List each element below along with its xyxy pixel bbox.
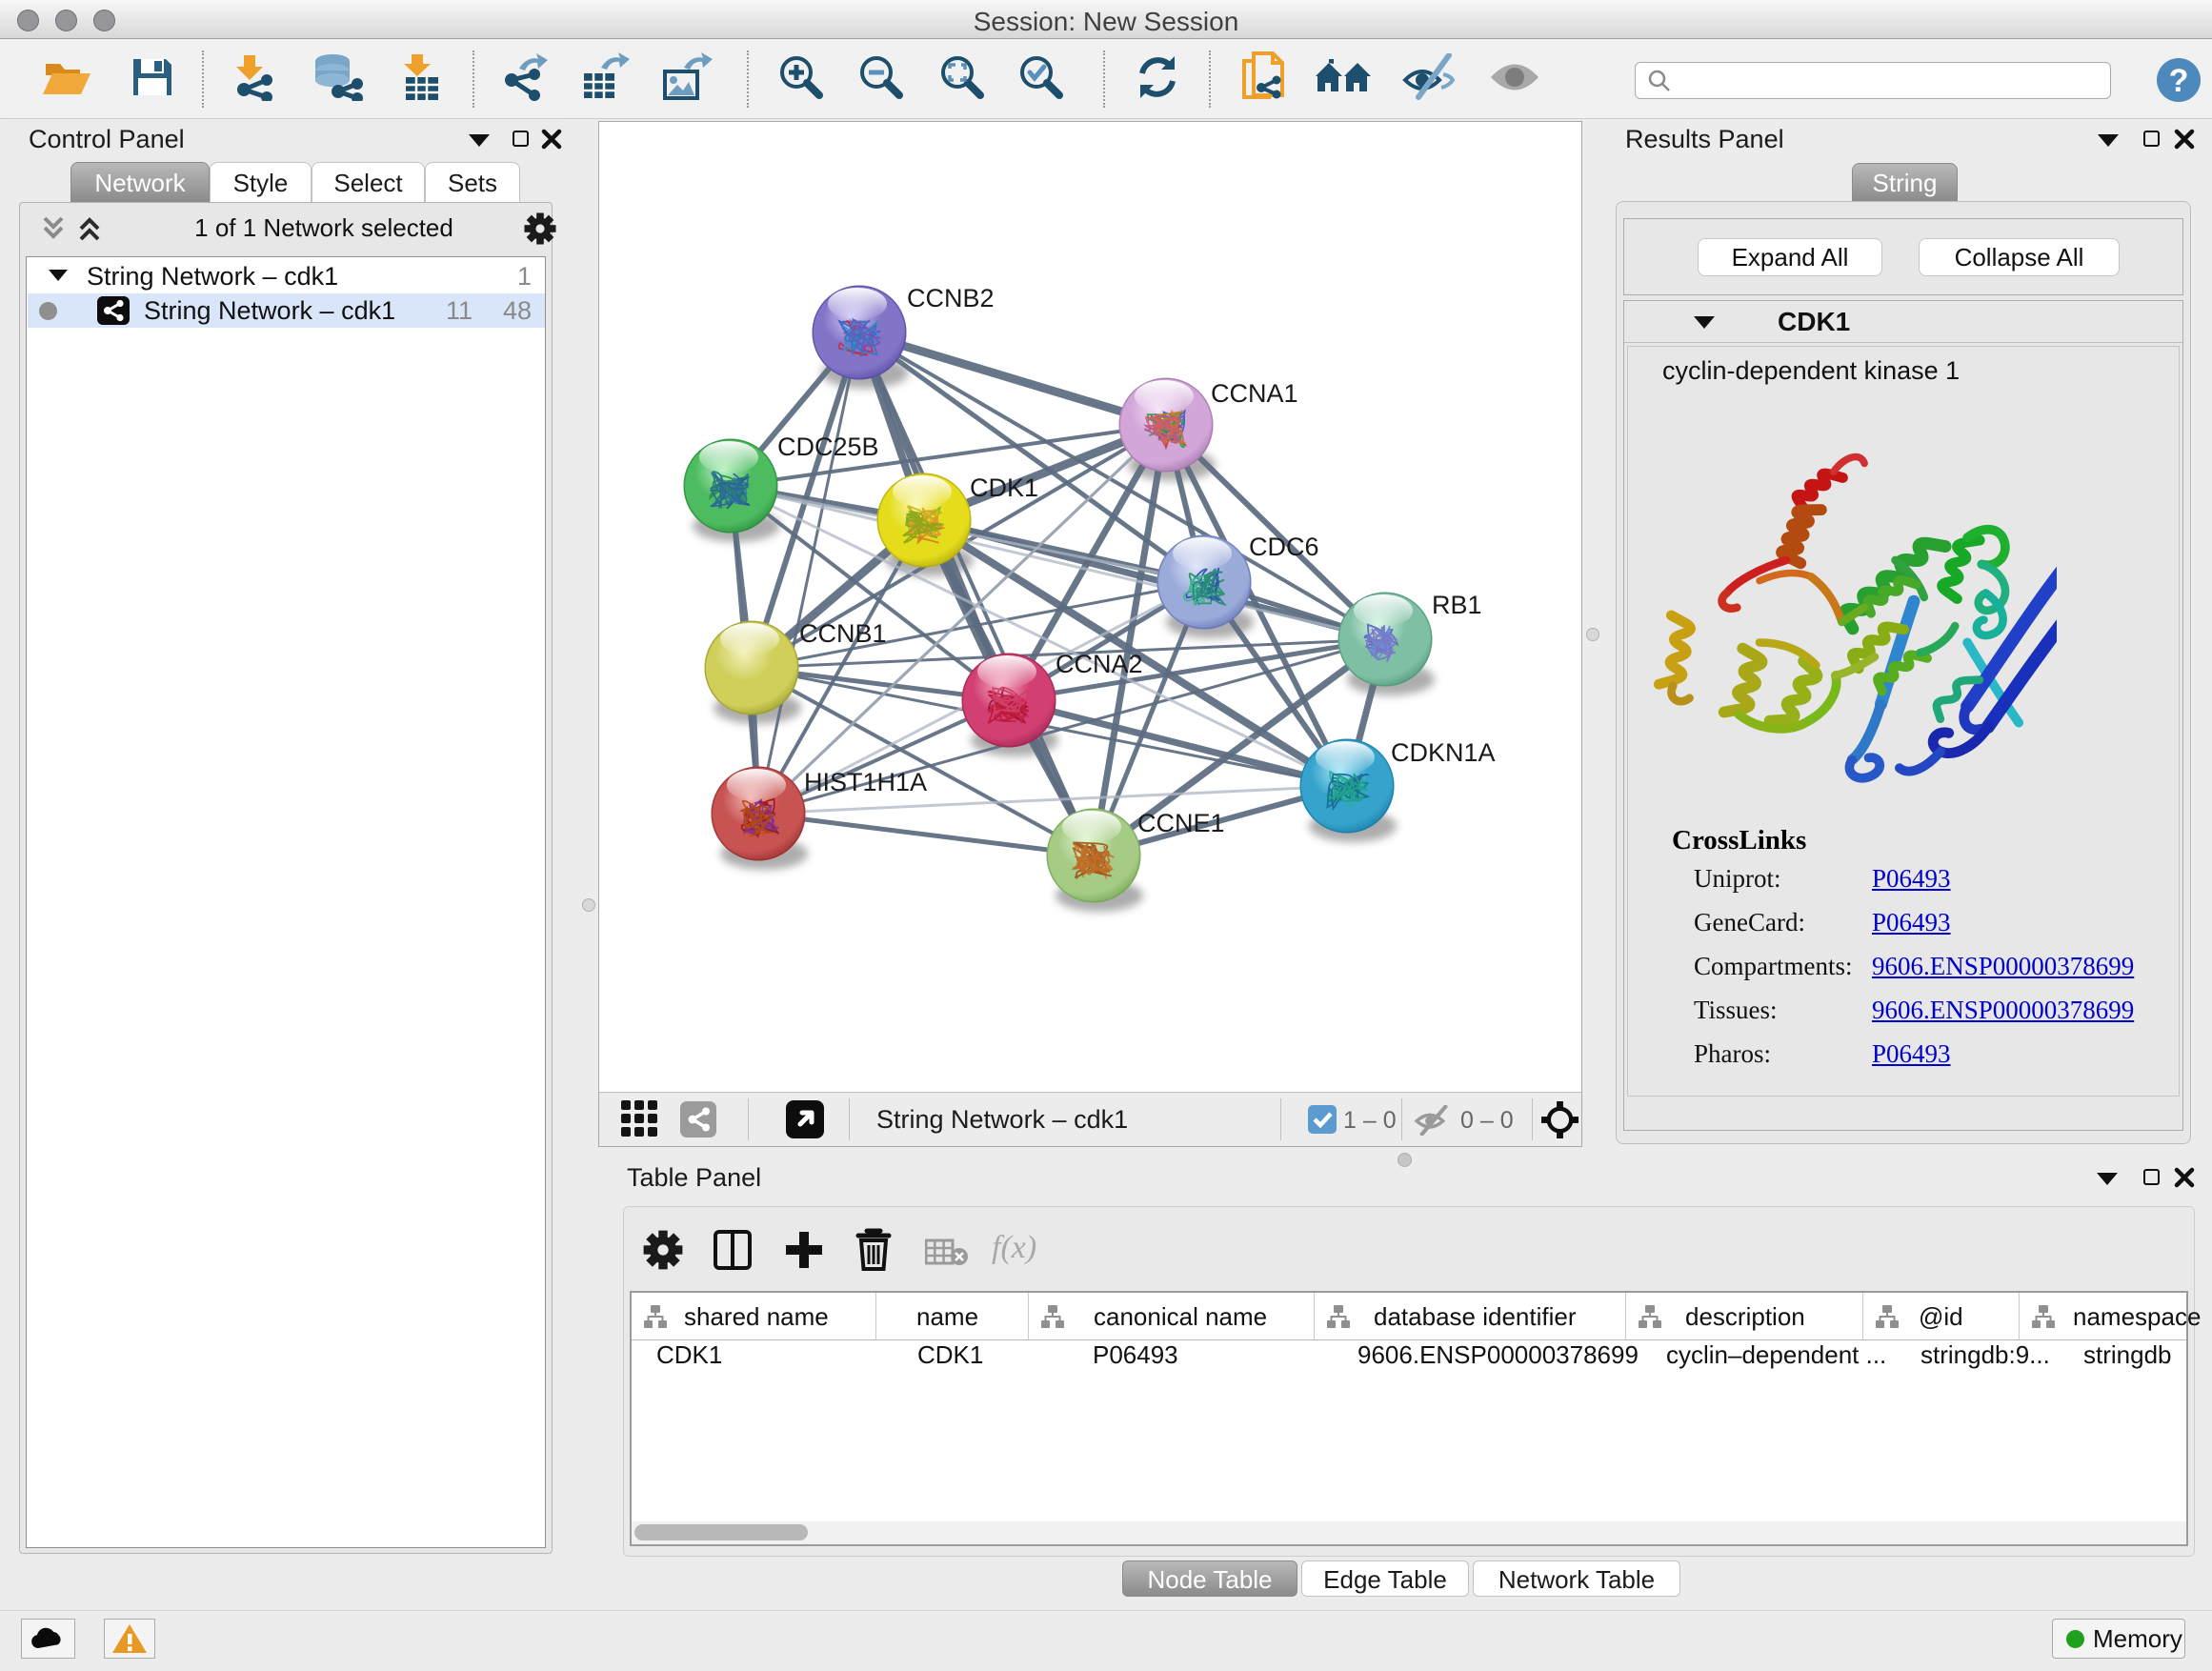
svg-text:CDKN1A: CDKN1A xyxy=(1391,738,1496,767)
svg-text:CDK1: CDK1 xyxy=(970,473,1038,502)
svg-text:CCNB2: CCNB2 xyxy=(907,284,995,312)
svg-text:?: ? xyxy=(2169,63,2189,99)
svg-text:CDC25B: CDC25B xyxy=(777,433,879,461)
svg-text:CCNB1: CCNB1 xyxy=(799,619,887,648)
svg-text:CCNA2: CCNA2 xyxy=(1056,650,1143,678)
svg-text:CCNA1: CCNA1 xyxy=(1211,379,1298,408)
svg-text:CCNE1: CCNE1 xyxy=(1137,809,1225,837)
svg-text:HIST1H1A: HIST1H1A xyxy=(804,768,927,796)
svg-text:CDC6: CDC6 xyxy=(1249,533,1319,561)
svg-text:RB1: RB1 xyxy=(1432,591,1482,619)
